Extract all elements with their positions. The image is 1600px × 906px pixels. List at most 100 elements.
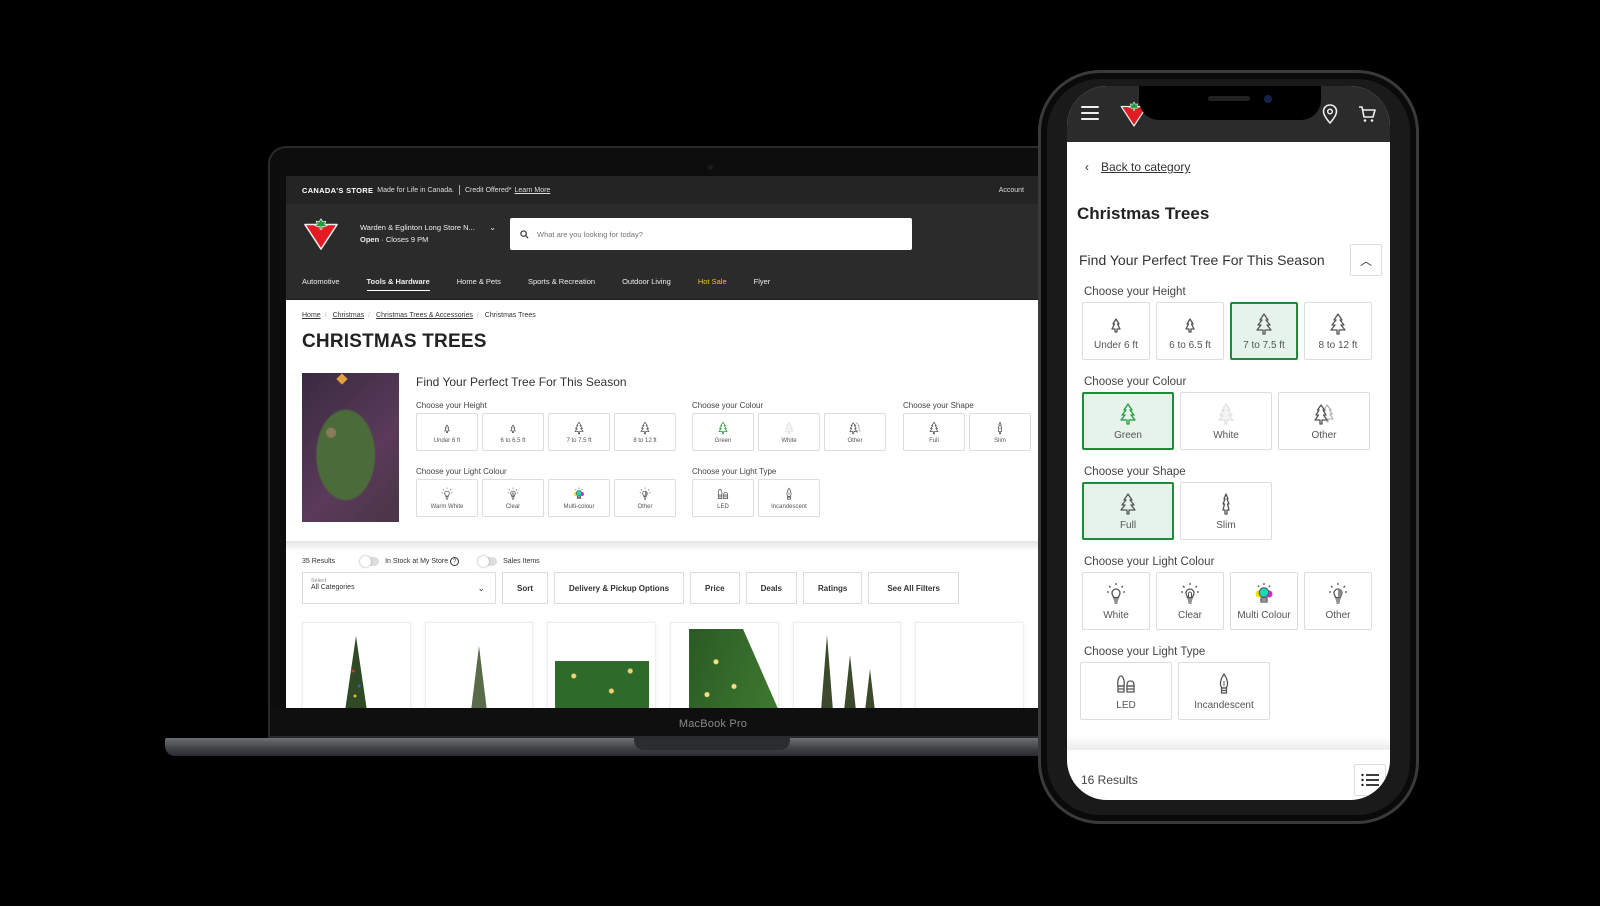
height-option[interactable]: 7 to 7.5 ft <box>548 413 610 451</box>
light-colour-option[interactable]: Other <box>614 479 676 517</box>
product-card[interactable] <box>915 622 1025 708</box>
delivery-pickup-button[interactable]: Delivery & Pickup Options <box>554 572 685 604</box>
category-select[interactable]: Select All Categories ⌄ <box>302 572 496 604</box>
shape-option[interactable]: Slim <box>1180 482 1272 540</box>
colour-option[interactable]: White <box>758 413 820 451</box>
finder-title: Find Your Perfect Tree For This Season <box>1079 252 1325 268</box>
deals-button[interactable]: Deals <box>745 572 797 604</box>
option-label: 7 to 7.5 ft <box>1243 339 1285 351</box>
breadcrumb-christmas[interactable]: Christmas <box>333 312 365 319</box>
breadcrumb-home[interactable]: Home <box>302 312 321 319</box>
colour-option[interactable]: Green <box>692 413 754 451</box>
hamburger-menu-icon[interactable] <box>1081 106 1099 124</box>
light-colour-option[interactable]: Clear <box>1156 572 1224 630</box>
main-nav: Automotive Tools & Hardware Home & Pets … <box>286 264 1040 300</box>
nav-item-automotive[interactable]: Automotive <box>302 273 340 290</box>
height-option[interactable]: Under 6 ft <box>1082 302 1150 360</box>
breadcrumb-current: Christmas Trees <box>484 312 536 319</box>
product-card[interactable] <box>302 622 411 708</box>
sort-button[interactable]: Sort <box>502 572 548 604</box>
shape-option-selected[interactable]: Full <box>1082 482 1174 540</box>
option-label: Green <box>1114 429 1142 441</box>
height-option[interactable]: 8 to 12 ft <box>614 413 676 451</box>
light-colour-options: White Clear Multi Colour Other <box>1082 572 1378 630</box>
product-image <box>689 629 778 708</box>
option-label: Other <box>1311 429 1337 441</box>
page-title: CHRISTMAS TREES <box>302 331 487 352</box>
search-input[interactable]: What are you looking for today? <box>510 218 912 250</box>
nav-item-sports-recreation[interactable]: Sports & Recreation <box>528 273 595 290</box>
cart-icon[interactable] <box>1358 105 1376 123</box>
sales-items-toggle[interactable] <box>478 556 498 567</box>
location-pin-icon[interactable] <box>1322 104 1338 124</box>
breadcrumb-trees-accessories[interactable]: Christmas Trees & Accessories <box>376 312 473 319</box>
product-image <box>554 661 649 708</box>
white-bulb-icon <box>1104 582 1128 606</box>
height-label: Choose your Height <box>416 401 487 410</box>
clear-bulb-icon <box>1178 582 1202 606</box>
help-icon[interactable]: ? <box>450 557 460 566</box>
option-label: 6 to 6.5 ft <box>500 437 526 444</box>
shape-options: Full Slim <box>1082 482 1378 540</box>
nav-item-hot-sale[interactable]: Hot Sale <box>698 273 727 290</box>
store-status: Open <box>360 235 380 244</box>
height-option-selected[interactable]: 7 to 7.5 ft <box>1230 302 1298 360</box>
light-colour-option[interactable]: Clear <box>482 479 544 517</box>
nav-item-home-pets[interactable]: Home & Pets <box>457 273 501 290</box>
product-card[interactable] <box>670 622 779 708</box>
price-button[interactable]: Price <box>690 572 740 604</box>
laptop-base <box>165 738 1065 756</box>
option-label: 6 to 6.5 ft <box>1169 339 1211 351</box>
other-trees-icon <box>1312 402 1336 426</box>
section-divider <box>1067 736 1390 750</box>
see-all-filters-button[interactable]: See All Filters <box>868 572 959 604</box>
green-tree-icon <box>716 421 730 435</box>
in-stock-toggle[interactable] <box>360 556 380 567</box>
colour-option[interactable]: Other <box>1278 392 1370 450</box>
light-type-option[interactable]: LED <box>692 479 754 517</box>
product-card[interactable] <box>547 622 657 708</box>
light-type-option[interactable]: LED <box>1080 662 1172 720</box>
nav-item-tools-hardware[interactable]: Tools & Hardware <box>366 273 430 291</box>
product-card[interactable] <box>792 622 902 708</box>
product-grid <box>302 622 1025 708</box>
height-option[interactable]: 6 to 6.5 ft <box>1156 302 1224 360</box>
light-type-option[interactable]: Incandescent <box>1178 662 1270 720</box>
collapse-button[interactable]: ︿ <box>1350 244 1382 276</box>
colour-option[interactable]: White <box>1180 392 1272 450</box>
store-selector[interactable]: Warden & Eglinton Long Store N... Open ·… <box>360 222 502 246</box>
light-colour-label: Choose your Light Colour <box>1084 556 1215 568</box>
light-type-option[interactable]: Incandescent <box>758 479 820 517</box>
other-bulb-icon <box>638 487 652 501</box>
colour-option-selected[interactable]: Green <box>1082 392 1174 450</box>
canadian-tire-logo[interactable] <box>302 217 340 251</box>
option-label: Other <box>1325 609 1351 621</box>
learn-more-link[interactable]: Learn More <box>515 187 551 194</box>
multi-colour-bulb-icon <box>572 487 586 501</box>
option-label: Green <box>714 437 732 444</box>
shape-option[interactable]: Full <box>903 413 965 451</box>
slim-tree-icon <box>1214 492 1238 516</box>
light-colour-option[interactable]: Other <box>1304 572 1372 630</box>
height-option[interactable]: 6 to 6.5 ft <box>482 413 544 451</box>
white-tree-icon <box>782 421 796 435</box>
height-option[interactable]: 8 to 12 ft <box>1304 302 1372 360</box>
light-colour-option[interactable]: Multi-colour <box>548 479 610 517</box>
light-colour-option[interactable]: White <box>1082 572 1150 630</box>
back-to-category-link[interactable]: ‹ Back to category <box>1085 160 1378 174</box>
light-colour-option[interactable]: Warm White <box>416 479 478 517</box>
product-image <box>345 636 367 708</box>
nav-item-outdoor-living[interactable]: Outdoor Living <box>622 273 671 290</box>
nav-item-flyer[interactable]: Flyer <box>754 273 771 290</box>
colour-option[interactable]: Other <box>824 413 886 451</box>
product-card[interactable] <box>424 622 534 708</box>
height-option[interactable]: Under 6 ft <box>416 413 478 451</box>
shape-option[interactable]: Slim <box>969 413 1031 451</box>
option-label: White <box>1103 609 1129 621</box>
light-colour-option[interactable]: Multi Colour <box>1230 572 1298 630</box>
phone-screen: ‹ Back to category Christmas Trees Find … <box>1067 86 1390 800</box>
multi-colour-bulb-icon <box>1252 582 1276 606</box>
colour-options: Green White Other <box>1082 392 1378 450</box>
account-link[interactable]: Account <box>999 187 1024 194</box>
ratings-button[interactable]: Ratings <box>802 572 863 604</box>
